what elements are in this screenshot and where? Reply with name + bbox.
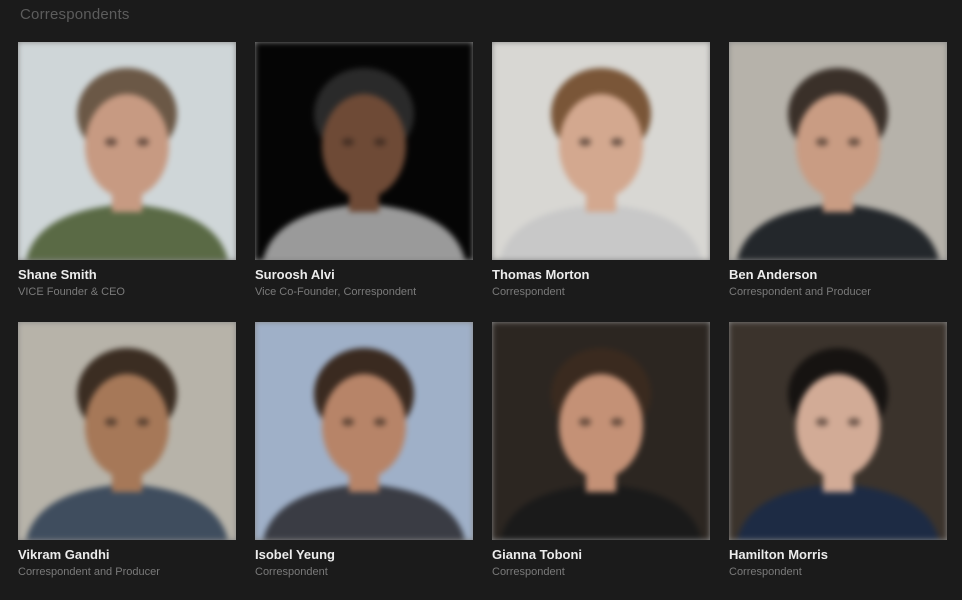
person-name[interactable]: Gianna Toboni xyxy=(492,547,710,562)
person-card[interactable]: Vikram Gandhi Correspondent and Producer xyxy=(18,322,236,578)
person-role: Correspondent xyxy=(492,566,565,578)
person-card[interactable]: Hamilton Morris Correspondent xyxy=(729,322,947,578)
person-role: Correspondent and Producer xyxy=(729,286,871,298)
person-photo[interactable] xyxy=(729,322,947,540)
person-photo[interactable] xyxy=(729,42,947,260)
person-role: Correspondent and Producer xyxy=(18,566,160,578)
person-name[interactable]: Isobel Yeung xyxy=(255,547,473,562)
person-photo[interactable] xyxy=(18,42,236,260)
portrait-image xyxy=(729,322,947,540)
section-title: Correspondents xyxy=(20,6,130,23)
person-role: VICE Founder & CEO xyxy=(18,286,125,298)
person-card[interactable]: Shane Smith VICE Founder & CEO xyxy=(18,42,236,298)
person-name[interactable]: Suroosh Alvi xyxy=(255,267,473,282)
portrait-image xyxy=(729,42,947,260)
person-name[interactable]: Thomas Morton xyxy=(492,267,710,282)
person-name[interactable]: Ben Anderson xyxy=(729,267,947,282)
person-role: Correspondent xyxy=(492,286,565,298)
portrait-image xyxy=(492,322,710,540)
person-card[interactable]: Isobel Yeung Correspondent xyxy=(255,322,473,578)
person-name[interactable]: Shane Smith xyxy=(18,267,236,282)
person-photo[interactable] xyxy=(492,42,710,260)
person-photo[interactable] xyxy=(492,322,710,540)
person-card[interactable]: Gianna Toboni Correspondent xyxy=(492,322,710,578)
person-card[interactable]: Thomas Morton Correspondent xyxy=(492,42,710,298)
correspondents-grid: Shane Smith VICE Founder & CEO Suroosh A… xyxy=(18,42,947,578)
person-name[interactable]: Vikram Gandhi xyxy=(18,547,236,562)
person-photo[interactable] xyxy=(255,42,473,260)
person-role: Vice Co-Founder, Correspondent xyxy=(255,286,417,298)
person-photo[interactable] xyxy=(255,322,473,540)
portrait-image xyxy=(492,42,710,260)
person-role: Correspondent xyxy=(255,566,328,578)
person-card[interactable]: Ben Anderson Correspondent and Producer xyxy=(729,42,947,298)
portrait-image xyxy=(18,42,236,260)
portrait-image xyxy=(18,322,236,540)
person-card[interactable]: Suroosh Alvi Vice Co-Founder, Correspond… xyxy=(255,42,473,298)
portrait-image xyxy=(255,322,473,540)
portrait-image xyxy=(255,42,473,260)
person-photo[interactable] xyxy=(18,322,236,540)
person-role: Correspondent xyxy=(729,566,802,578)
person-name[interactable]: Hamilton Morris xyxy=(729,547,947,562)
